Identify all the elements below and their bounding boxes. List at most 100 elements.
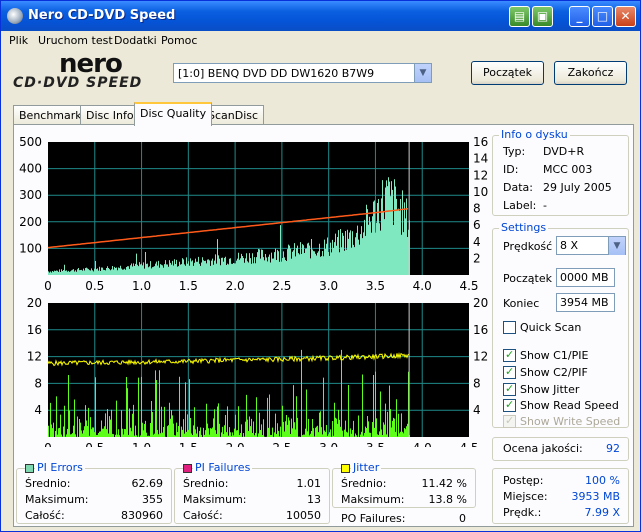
y-right-tick-label: 12 — [473, 168, 488, 182]
type-label: Typ: — [503, 145, 526, 158]
pi-failures-total-label: Całość: — [183, 509, 223, 522]
quality-group: Ocena jakości: 92 — [492, 437, 629, 461]
postep-label: Postęp: — [503, 474, 544, 487]
x-tick-label: 0.5 — [85, 279, 104, 293]
predk-label: Prędk.: — [503, 506, 542, 519]
predk-value: 7.99 X — [584, 506, 620, 519]
postep-value: 100 % — [585, 474, 620, 487]
x-tick-label: 2.5 — [272, 441, 291, 447]
x-tick-label: 4.0 — [413, 441, 432, 447]
jitter-max-label: Maksimum: — [341, 493, 405, 506]
y-right-tick-label: 4 — [473, 235, 481, 249]
y-left-tick-label: 8 — [34, 376, 42, 390]
show-c2-checkbox[interactable] — [503, 365, 516, 379]
y-right-tick-label: 16 — [473, 323, 488, 337]
show-read-speed-checkbox[interactable] — [503, 398, 516, 412]
app-disc-icon — [7, 8, 23, 24]
y-right-tick-label: 2 — [473, 251, 481, 265]
x-tick-label: 2.0 — [226, 441, 245, 447]
pi-errors-chart: 0 0.5 1.0 1.5 2.0 2.5 3.0 3.5 4.0 4.5 500 400 300 200… — [19, 135, 488, 293]
tab-disc-info[interactable]: Disc Info — [80, 105, 140, 125]
x-tick-label: 2.0 — [226, 279, 245, 293]
charts-area: 0 0.5 1.0 1.5 2.0 2.5 3.0 3.5 4.0 4.5500400300200… — [19, 135, 489, 447]
menu-bar: Plik Uruchom test Dodatki Pomoc — [1, 31, 640, 50]
pi-failures-total: 10050 — [286, 509, 321, 522]
pi-failures-swatch — [183, 464, 192, 473]
date-label: Data: — [503, 181, 533, 194]
show-c2-label[interactable]: Show C2/PIF — [520, 366, 588, 379]
drive-select[interactable]: [1:0] BENQ DVD DD DW1620 B7W9 ▼ — [173, 63, 432, 83]
y-right-tick-label: 20 — [473, 296, 488, 310]
y-left-tick-label: 4 — [34, 403, 42, 417]
y-right-tick-label: 6 — [473, 218, 481, 232]
window-title: Nero CD-DVD Speed — [28, 8, 176, 23]
save-graph-icon[interactable]: ▤ — [509, 6, 530, 27]
speed-select[interactable]: 8 X ▼ — [556, 236, 626, 255]
show-jitter-label[interactable]: Show Jitter — [520, 383, 579, 396]
show-c1-checkbox[interactable] — [503, 348, 516, 362]
y-right-tick-label: 12 — [473, 350, 488, 364]
y-left-tick-label: 100 — [19, 241, 42, 255]
speed-label: Prędkość — [503, 240, 553, 253]
exit-button[interactable]: Zakończ — [554, 61, 627, 85]
pi-errors-title: PI Errors — [35, 461, 85, 474]
menu-dodatki[interactable]: Dodatki — [114, 34, 157, 47]
x-tick-label: 1.0 — [132, 441, 151, 447]
end-label: Koniec — [503, 297, 540, 310]
start-input[interactable]: 0000 MB — [556, 268, 615, 287]
y-right-tick-label: 16 — [473, 135, 488, 149]
end-input[interactable]: 3954 MB — [556, 293, 615, 312]
y-left-tick-label: 400 — [19, 162, 42, 176]
start-button[interactable]: Początek — [471, 61, 544, 85]
chevron-down-icon[interactable]: ▼ — [608, 237, 625, 255]
maximize-button[interactable]: □ — [592, 6, 613, 27]
pi-errors-group: PI Errors Średnio: 62.69 Maksimum: 355 C… — [16, 461, 172, 524]
show-c1-label[interactable]: Show C1/PIE — [520, 349, 588, 362]
pi-failures-title: PI Failures — [193, 461, 253, 474]
y-right-tick-label: 10 — [473, 185, 488, 199]
show-read-speed-label[interactable]: Show Read Speed — [520, 399, 619, 412]
jitter-avg: 11.42 % — [421, 477, 467, 490]
x-tick-label: 0 — [44, 441, 52, 447]
x-tick-label: 4.5 — [459, 441, 478, 447]
pi-errors-max-label: Maksimum: — [25, 493, 89, 506]
y-left-tick-label: 16 — [27, 323, 42, 337]
y-right-tick-label: 8 — [473, 376, 481, 390]
y-left-tick-label: 500 — [19, 135, 42, 149]
settings-title: Settings — [499, 221, 549, 234]
close-button[interactable]: ✕ — [615, 6, 636, 27]
quick-scan-checkbox[interactable] — [503, 321, 516, 334]
x-tick-label: 3.0 — [319, 279, 338, 293]
save-disk-icon[interactable]: ▣ — [532, 6, 553, 27]
menu-pomoc[interactable]: Pomoc — [161, 34, 197, 47]
tab-benchmark[interactable]: Benchmark — [13, 105, 88, 125]
pi-errors-avg: 62.69 — [131, 477, 164, 490]
quick-scan-label[interactable]: Quick Scan — [520, 321, 581, 334]
minimize-button[interactable]: _ — [569, 6, 590, 27]
nero-logo: nero CD·DVD SPEED — [13, 49, 143, 91]
x-tick-label: 4.5 — [459, 279, 478, 293]
y-right-tick-label: 8 — [473, 202, 481, 216]
x-tick-label: 0 — [44, 279, 52, 293]
pi-failures-avg: 1.01 — [296, 477, 322, 490]
menu-uruchom-test[interactable]: Uruchom test — [38, 34, 113, 47]
pi-failures-chart: 0 0.5 1.0 1.5 2.0 2.5 3.0 3.5 4.0 4.5 20 16 12 8 4 20 16… — [27, 296, 489, 447]
start-label: Początek — [503, 272, 552, 285]
tab-disc-quality[interactable]: Disc Quality — [134, 102, 213, 126]
x-tick-label: 1.0 — [132, 279, 151, 293]
y-right-tick-label: 14 — [473, 152, 488, 166]
miejsce-label: Miejsce: — [503, 490, 548, 503]
disc-info-title: Info o dysku — [499, 128, 570, 141]
label-value: - — [543, 199, 547, 212]
drive-select-value: [1:0] BENQ DVD DD DW1620 B7W9 — [178, 67, 375, 80]
pi-errors-avg-label: Średnio: — [25, 477, 71, 490]
chevron-down-icon[interactable]: ▼ — [414, 64, 431, 82]
jitter-max: 13.8 % — [428, 493, 467, 506]
show-jitter-checkbox[interactable] — [503, 382, 516, 396]
menu-plik[interactable]: Plik — [9, 34, 28, 47]
title-bar[interactable]: Nero CD-DVD Speed ▤ ▣ _ □ ✕ — [1, 1, 640, 31]
main-window: Nero CD-DVD Speed ▤ ▣ _ □ ✕ Plik Uruchom… — [0, 0, 641, 532]
date-value: 29 July 2005 — [543, 181, 612, 194]
x-tick-label: 2.5 — [272, 279, 291, 293]
y-left-tick-label: 12 — [27, 350, 42, 364]
